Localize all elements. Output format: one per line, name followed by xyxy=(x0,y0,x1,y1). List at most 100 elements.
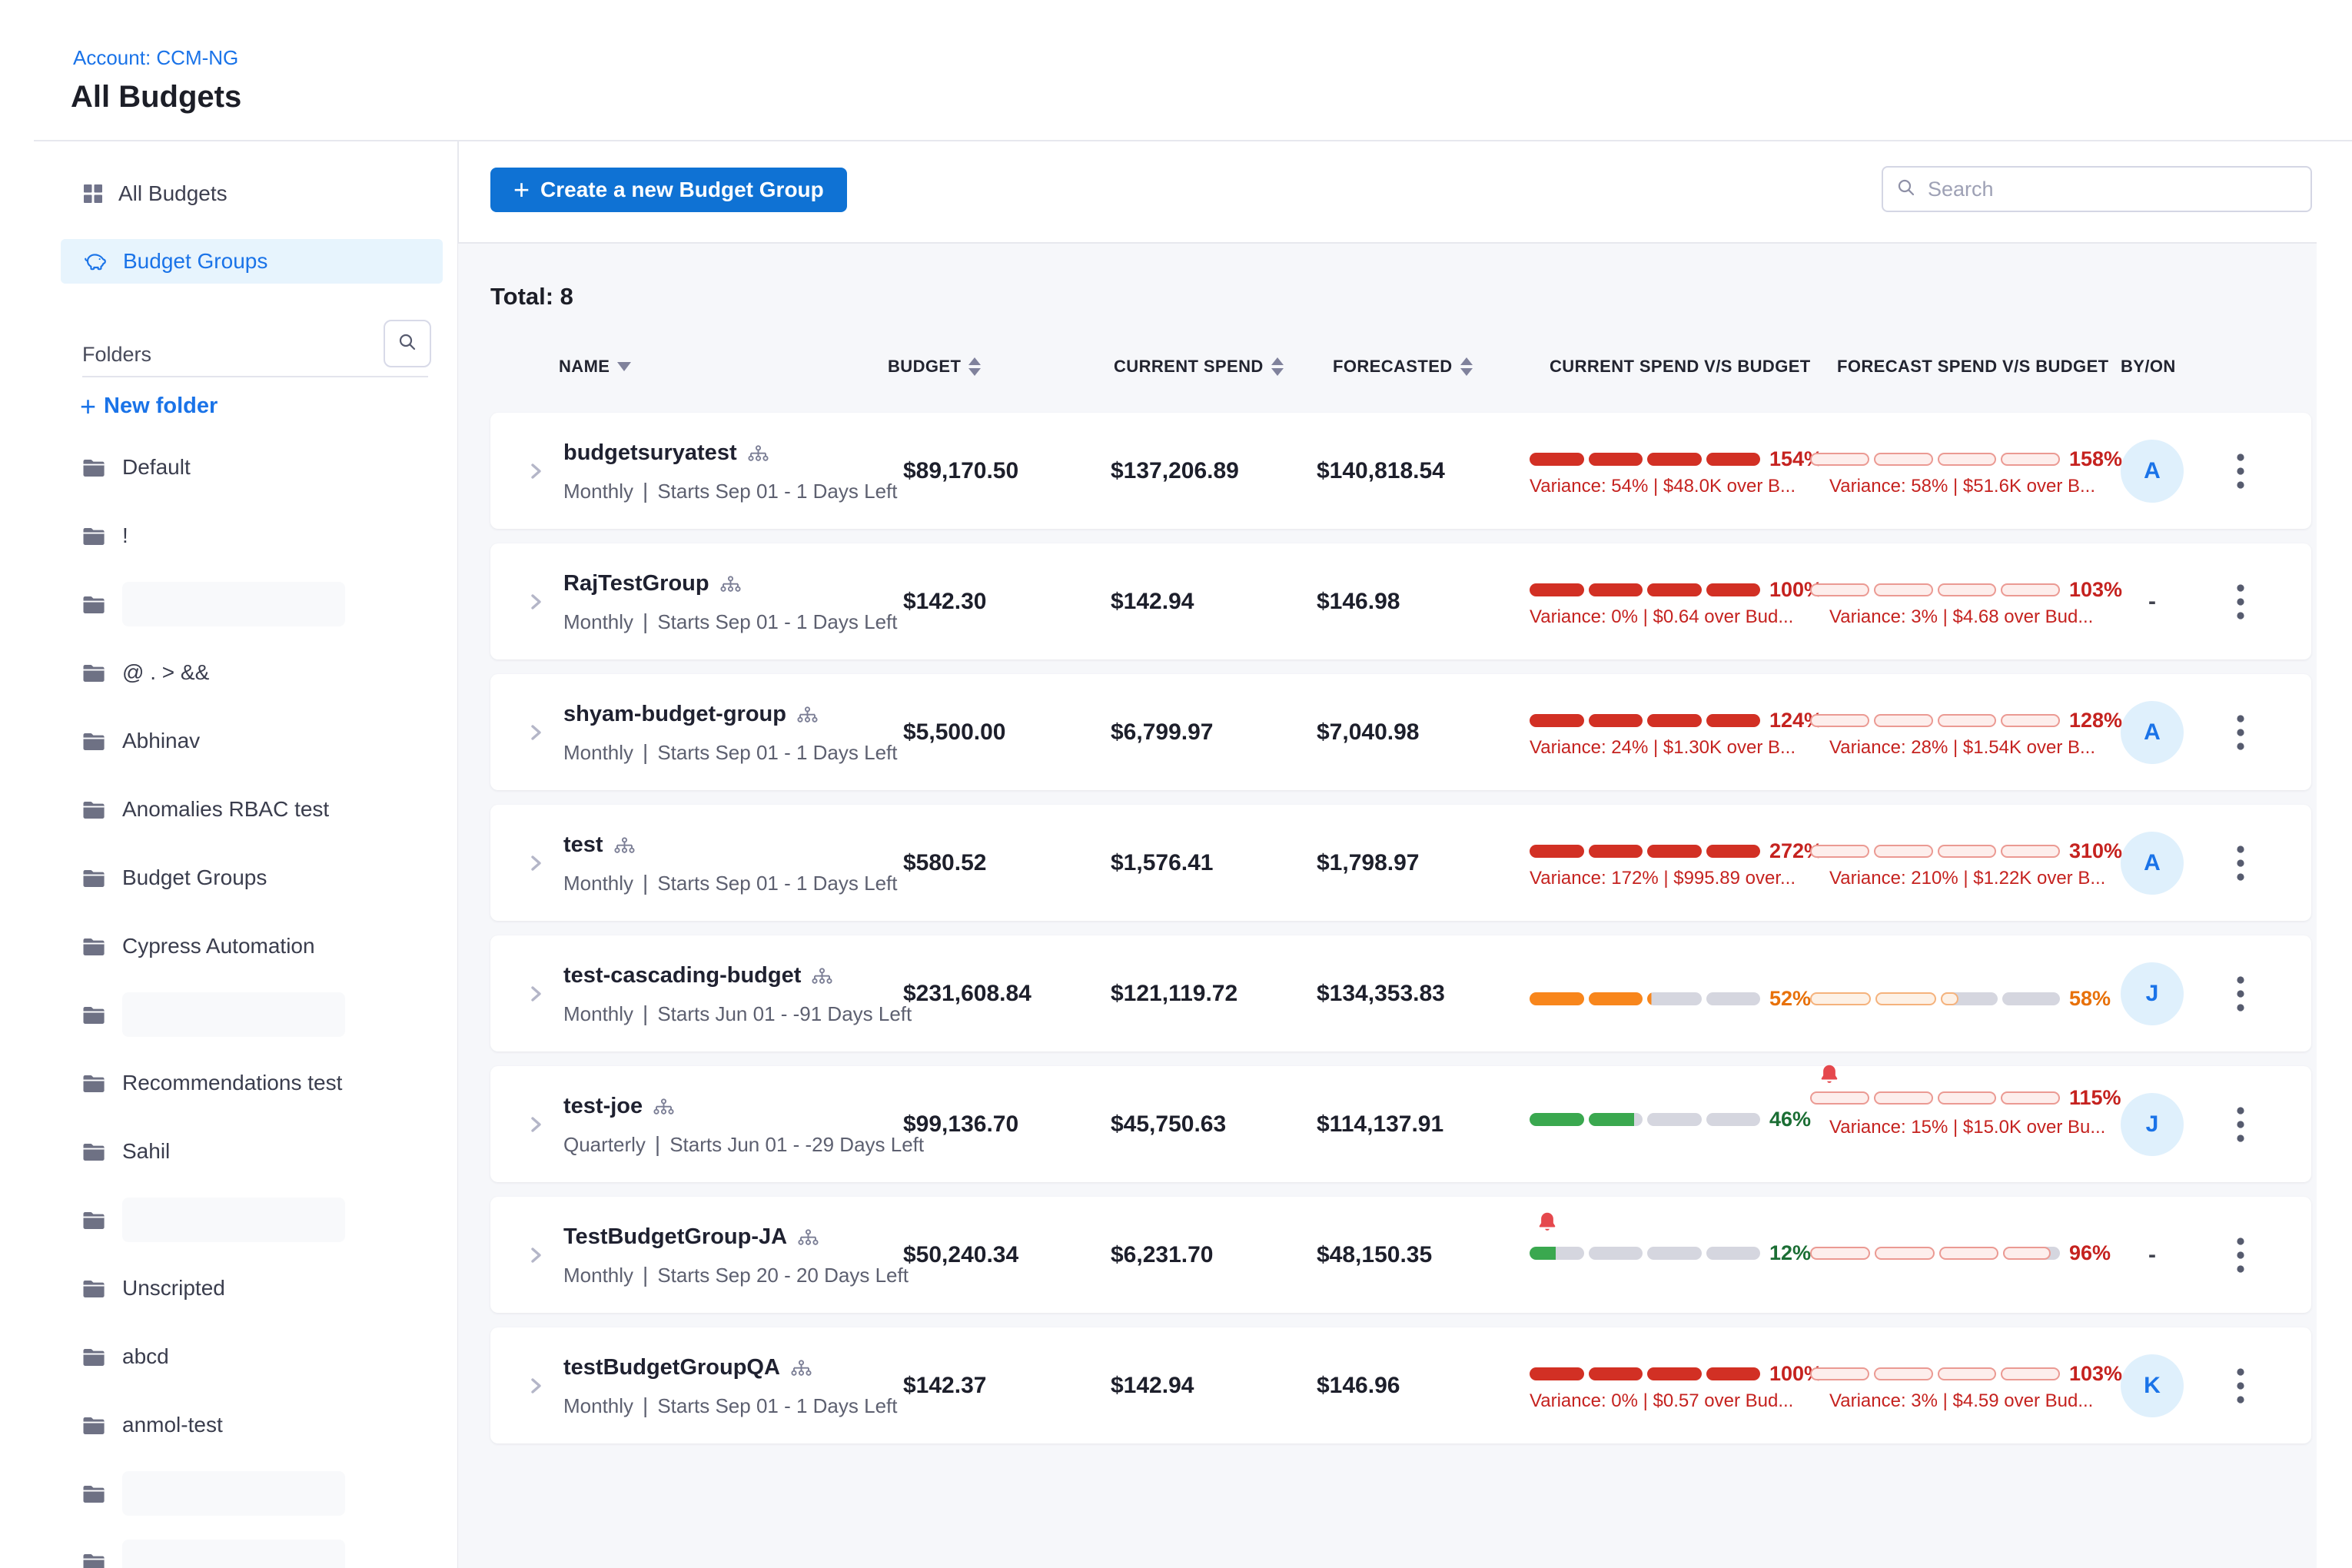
budget-group-name[interactable]: test-joe xyxy=(563,1094,643,1119)
row-menu-button[interactable] xyxy=(2220,1327,2261,1443)
budget-value: $50,240.34 xyxy=(903,1197,1018,1313)
budget-group-row[interactable]: budgetsuryatestMonthly|Starts Sep 01 - 1… xyxy=(490,413,2311,529)
forecast-spend-bar xyxy=(1810,583,2060,596)
avatar: A xyxy=(2121,701,2184,764)
budget-value: $231,608.84 xyxy=(903,935,1031,1051)
budget-group-name[interactable]: shyam-budget-group xyxy=(563,702,786,727)
forecasted-value: $114,137.91 xyxy=(1317,1066,1443,1182)
sort-icon[interactable] xyxy=(1460,357,1473,376)
search-input[interactable] xyxy=(1926,177,2298,202)
row-menu-button[interactable] xyxy=(2220,674,2261,790)
separator: | xyxy=(643,740,648,765)
sort-icon[interactable] xyxy=(968,357,981,376)
folder-item-budget-groups[interactable]: Budget Groups xyxy=(82,855,267,901)
budget-cadence: Monthly xyxy=(563,480,633,503)
table-search xyxy=(1882,166,2312,212)
avatar: A xyxy=(2121,832,2184,895)
breadcrumb-account-link[interactable]: Account: CCM-NG xyxy=(73,46,238,70)
budget-cadence: Monthly xyxy=(563,741,633,765)
folder-item-cypress-automation[interactable]: Cypress Automation xyxy=(82,923,315,969)
kebab-icon xyxy=(2236,1235,2245,1275)
folder-item-![interactable]: ! xyxy=(82,513,128,559)
kebab-icon xyxy=(2236,713,2245,752)
expand-row-button[interactable] xyxy=(524,543,547,659)
expand-row-button[interactable] xyxy=(524,413,547,529)
budget-group-name[interactable]: TestBudgetGroup-JA xyxy=(563,1224,787,1250)
sort-icon[interactable] xyxy=(1271,357,1284,376)
folder-item--[interactable]: @ . > && xyxy=(82,649,209,696)
row-menu-button[interactable] xyxy=(2220,805,2261,921)
folder-name: Sahil xyxy=(122,1139,170,1164)
folder-item-redacted[interactable] xyxy=(82,1470,345,1517)
expand-row-button[interactable] xyxy=(524,935,547,1051)
column-header-budget[interactable]: BUDGET xyxy=(888,357,981,377)
kebab-icon xyxy=(2236,1366,2245,1406)
folder-item-redacted[interactable] xyxy=(82,1539,345,1568)
create-budget-group-button[interactable]: + Create a new Budget Group xyxy=(490,168,847,212)
budget-group-row[interactable]: TestBudgetGroup-JAMonthly|Starts Sep 20 … xyxy=(490,1197,2311,1313)
folder-item-recommendations-test[interactable]: Recommendations test xyxy=(82,1060,342,1106)
row-menu-button[interactable] xyxy=(2220,1197,2261,1313)
budget-group-name[interactable]: test-cascading-budget xyxy=(563,963,801,988)
sort-desc-icon[interactable] xyxy=(617,362,631,371)
forecast-spend-percent: 103% xyxy=(2069,1362,2122,1386)
chevron-right-icon xyxy=(524,1113,547,1136)
expand-row-button[interactable] xyxy=(524,1066,547,1182)
folder-item-unscripted[interactable]: Unscripted xyxy=(82,1265,225,1311)
current-spend-bar xyxy=(1530,714,1760,727)
current-spend-variance: Variance: 0% | $0.64 over Bud... xyxy=(1530,606,1793,628)
folder-item-abhinav[interactable]: Abhinav xyxy=(82,718,200,764)
hierarchy-icon xyxy=(720,576,741,593)
expand-row-button[interactable] xyxy=(524,1327,547,1443)
budget-group-name[interactable]: testBudgetGroupQA xyxy=(563,1355,780,1380)
piggy-bank-icon xyxy=(83,251,108,272)
row-menu-button[interactable] xyxy=(2220,1066,2261,1182)
budget-group-row[interactable]: testMonthly|Starts Sep 01 - 1 Days Left$… xyxy=(490,805,2311,921)
budget-group-row[interactable]: test-cascading-budgetMonthly|Starts Jun … xyxy=(490,935,2311,1051)
row-menu-button[interactable] xyxy=(2220,935,2261,1051)
by-on-cell: K xyxy=(2120,1327,2184,1443)
sidebar-item-all-budgets[interactable]: All Budgets xyxy=(61,171,443,216)
expand-row-button[interactable] xyxy=(524,674,547,790)
budget-group-name[interactable]: budgetsuryatest xyxy=(563,440,737,466)
folder-item-abcd[interactable]: abcd xyxy=(82,1334,169,1380)
column-header-label: NAME xyxy=(559,357,610,377)
budget-group-name[interactable]: test xyxy=(563,832,603,858)
folder-item-default[interactable]: Default xyxy=(82,444,191,490)
budget-cadence: Monthly xyxy=(563,872,633,895)
forecast-spend-percent: 158% xyxy=(2069,447,2122,471)
folder-item-sahil[interactable]: Sahil xyxy=(82,1128,170,1174)
folder-search-button[interactable] xyxy=(384,320,431,367)
folder-item-redacted[interactable] xyxy=(82,1197,345,1243)
folder-item-redacted[interactable] xyxy=(82,581,345,627)
budget-group-row[interactable]: shyam-budget-groupMonthly|Starts Sep 01 … xyxy=(490,674,2311,790)
chevron-right-icon xyxy=(524,460,547,483)
sidebar-item-budget-groups[interactable]: Budget Groups xyxy=(61,239,443,284)
budget-group-row[interactable]: test-joeQuarterly|Starts Jun 01 - -29 Da… xyxy=(490,1066,2311,1182)
column-header-forecast-spend-v-s-budget[interactable]: FORECAST SPEND V/S BUDGET xyxy=(1837,357,2108,377)
expand-row-button[interactable] xyxy=(524,805,547,921)
row-menu-button[interactable] xyxy=(2220,543,2261,659)
separator: | xyxy=(643,1002,648,1026)
folder-name: abcd xyxy=(122,1344,169,1369)
folder-item-anmol-test[interactable]: anmol-test xyxy=(82,1402,223,1448)
column-header-name[interactable]: NAME xyxy=(559,357,631,377)
current-spend-value: $137,206.89 xyxy=(1111,413,1239,529)
budget-group-name[interactable]: RajTestGroup xyxy=(563,571,709,596)
column-header-current-spend[interactable]: CURRENT SPEND xyxy=(1114,357,1284,377)
budget-group-row[interactable]: testBudgetGroupQAMonthly|Starts Sep 01 -… xyxy=(490,1327,2311,1443)
budget-group-row[interactable]: RajTestGroupMonthly|Starts Sep 01 - 1 Da… xyxy=(490,543,2311,659)
row-menu-button[interactable] xyxy=(2220,413,2261,529)
column-header-current-spend-v-s-budget[interactable]: CURRENT SPEND V/S BUDGET xyxy=(1550,357,1811,377)
separator: | xyxy=(643,871,648,895)
column-header-forecasted[interactable]: FORECASTED xyxy=(1333,357,1473,377)
expand-row-button[interactable] xyxy=(524,1197,547,1313)
column-header-by-on[interactable]: BY/ON xyxy=(2121,357,2176,377)
budget-schedule: Starts Sep 20 - 20 Days Left xyxy=(657,1264,909,1287)
folder-item-redacted[interactable] xyxy=(82,992,345,1038)
kebab-icon xyxy=(2236,843,2245,883)
plus-icon: + xyxy=(80,395,96,418)
new-folder-button[interactable]: + New folder xyxy=(80,394,218,419)
by-on-dash: - xyxy=(2148,1242,2156,1268)
folder-item-anomalies-rbac-test[interactable]: Anomalies RBAC test xyxy=(82,786,329,832)
